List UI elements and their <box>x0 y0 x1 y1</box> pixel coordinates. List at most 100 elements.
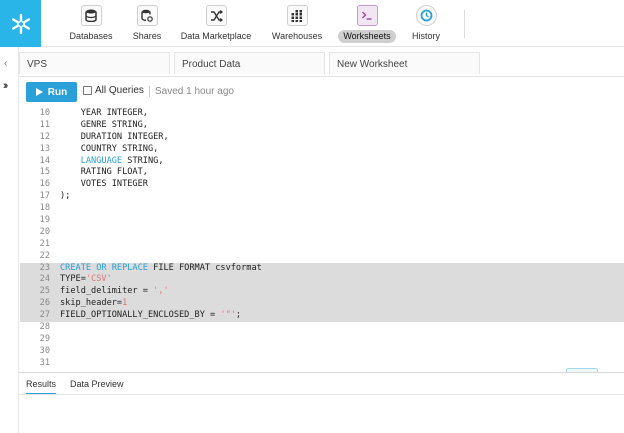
code-line[interactable]: 10 YEAR INTEGER, <box>20 108 624 120</box>
line-code: DURATION INTEGER, <box>60 132 169 144</box>
line-code: CREATE OR REPLACE FILE FORMAT csvformat <box>60 263 262 275</box>
line-number: 18 <box>39 203 50 214</box>
line-number: 28 <box>39 322 50 333</box>
line-code: YEAR INTEGER, <box>60 108 148 120</box>
line-number: 25 <box>39 286 50 297</box>
chevron-left-icon[interactable]: ‹ <box>4 58 7 69</box>
saved-status: Saved 1 hour ago <box>149 86 234 97</box>
results-divider <box>19 394 624 395</box>
line-number: 19 <box>39 215 50 226</box>
sql-text: STRING, <box>122 155 164 166</box>
snowflake-icon <box>11 13 30 34</box>
sql-text: skip_header= <box>60 298 123 309</box>
worksheet-tabs: VPS Product Data New Worksheet <box>19 52 624 76</box>
sql-text: COUNTRY STRING, <box>60 143 159 154</box>
nav-warehouses[interactable]: Warehouses <box>268 0 326 46</box>
nav-databases[interactable]: Databases <box>66 0 116 46</box>
line-number: 31 <box>39 357 50 368</box>
nav-label: Warehouses <box>271 31 323 41</box>
sql-number: 1 <box>122 298 128 309</box>
line-number: 29 <box>39 333 50 344</box>
sql-keyword: CREATE OR REPLACE <box>60 262 148 273</box>
code-line[interactable]: 12 DURATION INTEGER, <box>20 132 624 144</box>
sql-text: RATING FLOAT, <box>60 167 148 178</box>
tab-vps[interactable]: VPS <box>19 52 170 74</box>
line-number: 13 <box>39 143 50 154</box>
all-queries-checkbox[interactable]: All Queries <box>83 85 144 96</box>
checkbox-box[interactable] <box>83 86 92 95</box>
code-line[interactable]: 24 TYPE='CSV' <box>20 274 624 287</box>
line-number: 24 <box>39 274 50 285</box>
run-button[interactable]: Run <box>26 82 77 102</box>
code-lines: 10 YEAR INTEGER, 11 GENRE STRING, 12 DURAT… <box>20 108 624 370</box>
nav-worksheets[interactable]: Worksheets <box>336 0 398 46</box>
code-line[interactable]: 20 <box>20 227 624 239</box>
code-line[interactable]: 21 <box>20 239 624 251</box>
sql-string: 'CSV' <box>85 274 112 285</box>
sql-text: FIELD_OPTIONALLY_ENCLOSED_BY = <box>60 310 221 321</box>
line-code: ); <box>60 191 70 203</box>
code-line[interactable]: 17); <box>20 191 624 203</box>
sql-text: YEAR INTEGER, <box>60 108 148 118</box>
tab-product-data[interactable]: Product Data <box>174 52 325 74</box>
sql-string: '"' <box>220 310 236 321</box>
code-line[interactable]: 29 <box>20 334 624 346</box>
sql-text: FILE FORMAT csvformat <box>147 262 262 273</box>
nav-label: Shares <box>132 31 162 41</box>
code-line[interactable]: 15 RATING FLOAT, <box>20 167 624 179</box>
sql-text: field_delimiter = <box>60 286 154 297</box>
code-line[interactable]: 16 VOTES INTEGER <box>20 179 624 191</box>
line-code: VOTES INTEGER <box>60 179 148 191</box>
code-line[interactable]: 18 <box>20 203 624 215</box>
line-code: RATING FLOAT, <box>60 167 148 179</box>
line-number: 30 <box>39 345 50 356</box>
code-line[interactable]: 13 COUNTRY STRING, <box>20 144 624 156</box>
results-panel: Results Data Preview <box>19 372 624 433</box>
code-line[interactable]: 28 <box>20 322 624 334</box>
sql-text: GENRE STRING, <box>60 119 148 130</box>
tab-data-preview[interactable]: Data Preview <box>70 379 124 393</box>
nav-data-marketplace[interactable]: Data Marketplace <box>176 0 256 46</box>
sql-keyword: LANGUAGE <box>80 155 123 166</box>
line-number: 22 <box>39 250 50 261</box>
code-line[interactable]: 11 GENRE STRING, <box>20 120 624 132</box>
code-line[interactable]: 14 LANGUAGE STRING, <box>20 156 624 168</box>
line-number: 15 <box>39 167 50 178</box>
sql-text: ); <box>60 191 71 202</box>
nav-label: Data Marketplace <box>180 31 252 41</box>
line-number: 20 <box>39 226 50 237</box>
line-number: 14 <box>39 155 50 166</box>
code-line[interactable]: 30 <box>20 346 624 358</box>
code-line[interactable]: 23 CREATE OR REPLACE FILE FORMAT csvforma… <box>20 262 624 275</box>
tab-results[interactable]: Results <box>26 379 57 395</box>
code-line[interactable]: 31 <box>20 358 624 370</box>
nav-shares[interactable]: Shares <box>128 0 166 46</box>
double-chevron-right-icon[interactable]: ›› <box>3 80 9 92</box>
nav-history[interactable]: History <box>408 0 444 46</box>
top-nav: Databases Shares Data Marketplace Wareho… <box>0 0 624 47</box>
run-label: Run <box>47 86 68 98</box>
line-number: 21 <box>39 238 50 249</box>
line-code: field_delimiter = ',' <box>60 286 169 298</box>
nav-label: History <box>412 31 441 41</box>
line-number: 27 <box>39 310 50 321</box>
nav-label: Databases <box>69 31 113 41</box>
sql-text: DURATION INTEGER, <box>60 131 169 142</box>
snowflake-logo[interactable] <box>0 0 41 47</box>
code-line[interactable]: 27 FIELD_OPTIONALLY_ENCLOSED_BY = '"'; <box>20 310 624 323</box>
line-code: COUNTRY STRING, <box>60 143 159 156</box>
line-number: 12 <box>39 131 50 142</box>
line-code: TYPE='CSV' <box>60 274 112 286</box>
code-line[interactable]: 26 skip_header=1 <box>20 298 624 311</box>
code-line[interactable]: 22 <box>20 251 624 263</box>
code-line[interactable]: 19 <box>20 215 624 227</box>
tab-new-worksheet[interactable]: New Worksheet <box>329 52 480 74</box>
line-number: 16 <box>39 179 50 190</box>
line-code: LANGUAGE STRING, <box>60 156 164 168</box>
code-line[interactable]: 25 field_delimiter = ',' <box>20 286 624 299</box>
line-code: skip_header=1 <box>60 298 127 310</box>
line-number: 23 <box>39 262 50 273</box>
sql-editor[interactable]: 10 YEAR INTEGER, 11 GENRE STRING, 12 DURAT… <box>20 108 624 372</box>
database-icon <box>80 5 102 26</box>
